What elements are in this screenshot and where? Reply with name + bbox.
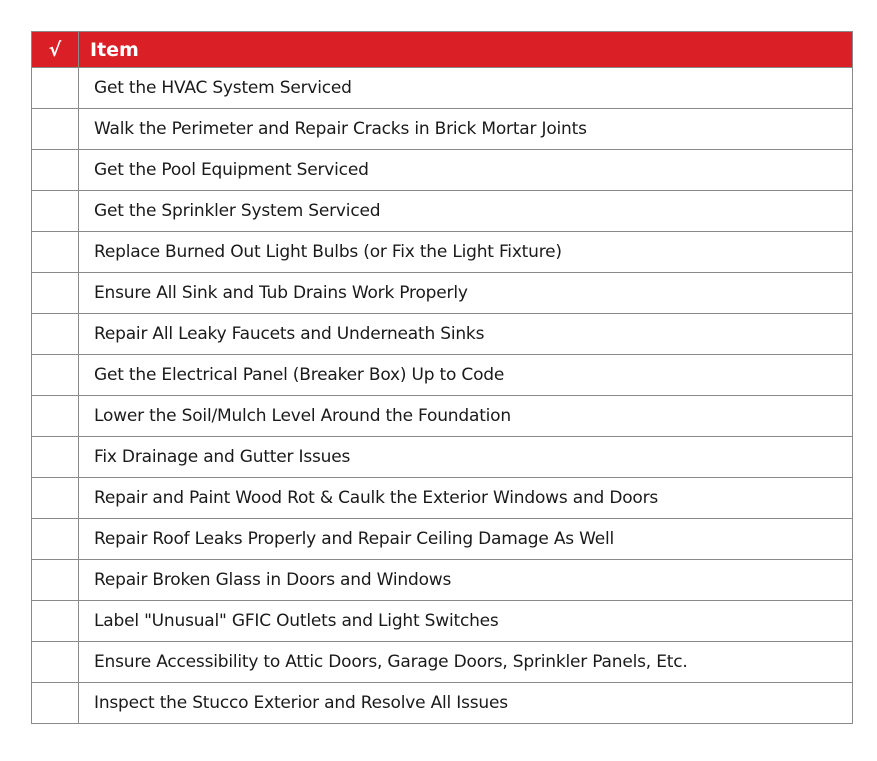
item-cell: Lower the Soil/Mulch Level Around the Fo… xyxy=(78,395,853,437)
checkbox-cell[interactable] xyxy=(31,231,79,273)
item-cell: Get the Pool Equipment Serviced xyxy=(78,149,853,191)
item-cell: Walk the Perimeter and Repair Cracks in … xyxy=(78,108,853,150)
header-row: √ Item xyxy=(31,31,853,68)
item-cell: Repair All Leaky Faucets and Underneath … xyxy=(78,313,853,355)
checklist-table: √ Item Get the HVAC System Serviced Walk … xyxy=(31,31,853,724)
item-cell: Label "Unusual" GFIC Outlets and Light S… xyxy=(78,600,853,642)
checkbox-cell[interactable] xyxy=(31,108,79,150)
table-row: Repair Broken Glass in Doors and Windows xyxy=(31,559,853,601)
table-row: Walk the Perimeter and Repair Cracks in … xyxy=(31,108,853,150)
checkbox-cell[interactable] xyxy=(31,477,79,519)
table-row: Inspect the Stucco Exterior and Resolve … xyxy=(31,682,853,724)
check-column-header: √ xyxy=(31,31,79,68)
checkbox-cell[interactable] xyxy=(31,395,79,437)
checkbox-cell[interactable] xyxy=(31,354,79,396)
table-row: Get the Electrical Panel (Breaker Box) U… xyxy=(31,354,853,396)
table-row: Repair Roof Leaks Properly and Repair Ce… xyxy=(31,518,853,560)
table-row: Repair and Paint Wood Rot & Caulk the Ex… xyxy=(31,477,853,519)
checkbox-cell[interactable] xyxy=(31,518,79,560)
table-row: Fix Drainage and Gutter Issues xyxy=(31,436,853,478)
item-cell: Fix Drainage and Gutter Issues xyxy=(78,436,853,478)
table-row: Get the HVAC System Serviced xyxy=(31,67,853,109)
checkbox-cell[interactable] xyxy=(31,149,79,191)
checkbox-cell[interactable] xyxy=(31,682,79,724)
checkbox-cell[interactable] xyxy=(31,600,79,642)
checkbox-cell[interactable] xyxy=(31,272,79,314)
table-row: Ensure All Sink and Tub Drains Work Prop… xyxy=(31,272,853,314)
checkbox-cell[interactable] xyxy=(31,67,79,109)
checkbox-cell[interactable] xyxy=(31,313,79,355)
checkbox-cell[interactable] xyxy=(31,641,79,683)
item-cell: Get the Electrical Panel (Breaker Box) U… xyxy=(78,354,853,396)
item-cell: Repair Roof Leaks Properly and Repair Ce… xyxy=(78,518,853,560)
item-cell: Replace Burned Out Light Bulbs (or Fix t… xyxy=(78,231,853,273)
table-row: Lower the Soil/Mulch Level Around the Fo… xyxy=(31,395,853,437)
item-cell: Get the Sprinkler System Serviced xyxy=(78,190,853,232)
table-row: Get the Pool Equipment Serviced xyxy=(31,149,853,191)
table-row: Repair All Leaky Faucets and Underneath … xyxy=(31,313,853,355)
checkbox-cell[interactable] xyxy=(31,436,79,478)
item-cell: Inspect the Stucco Exterior and Resolve … xyxy=(78,682,853,724)
checkbox-cell[interactable] xyxy=(31,190,79,232)
item-cell: Ensure All Sink and Tub Drains Work Prop… xyxy=(78,272,853,314)
table-row: Replace Burned Out Light Bulbs (or Fix t… xyxy=(31,231,853,273)
table-row: Get the Sprinkler System Serviced xyxy=(31,190,853,232)
item-cell: Ensure Accessibility to Attic Doors, Gar… xyxy=(78,641,853,683)
item-cell: Repair and Paint Wood Rot & Caulk the Ex… xyxy=(78,477,853,519)
checkbox-cell[interactable] xyxy=(31,559,79,601)
item-column-header: Item xyxy=(78,31,853,68)
item-cell: Get the HVAC System Serviced xyxy=(78,67,853,109)
table-row: Ensure Accessibility to Attic Doors, Gar… xyxy=(31,641,853,683)
table-row: Label "Unusual" GFIC Outlets and Light S… xyxy=(31,600,853,642)
item-cell: Repair Broken Glass in Doors and Windows xyxy=(78,559,853,601)
